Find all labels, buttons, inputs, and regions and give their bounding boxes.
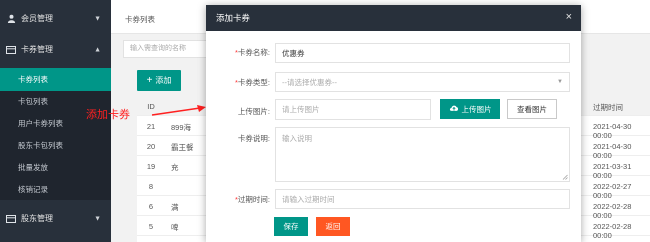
expire-time-input[interactable]: 请输入过期时间 — [275, 189, 570, 209]
chevron-down-icon: ▼ — [557, 79, 563, 85]
field-label-expire: *过期时间: — [210, 194, 270, 205]
resize-handle-icon[interactable] — [562, 174, 568, 180]
description-placeholder: 输入说明 — [282, 134, 312, 143]
upload-button-label: 上传图片 — [461, 104, 492, 114]
chevron-up-icon: ▲ — [94, 46, 101, 53]
annotation-label: 添加卡券 — [86, 109, 130, 121]
sidebar-group-cards[interactable]: 卡券管理 ▲ — [0, 31, 111, 68]
modal-header: 添加卡券 × — [206, 5, 581, 31]
add-button[interactable]: + 添加 — [137, 70, 181, 91]
sidebar-item-card-list[interactable]: 卡券列表 — [0, 68, 111, 91]
cell-id: 21 — [146, 122, 156, 131]
add-card-modal: 添加卡券 × *卡券名称: 优惠券 *卡券类型: --请选择优惠券-- ▼ 上传… — [206, 5, 581, 242]
card-icon — [6, 45, 16, 55]
sidebar-item-batch-issue[interactable]: 批量发放 — [0, 156, 111, 179]
field-label-type: *卡券类型: — [210, 77, 270, 88]
chevron-down-icon: ▼ — [94, 215, 101, 222]
field-label-text: 上传图片: — [237, 107, 270, 116]
field-label-text: 过期时间: — [237, 195, 270, 204]
field-label-text: 卡券说明: — [237, 134, 270, 143]
cloud-upload-icon — [449, 104, 459, 114]
field-label-text: 卡券类型: — [237, 78, 270, 87]
field-label-image: 上传图片: — [210, 106, 270, 117]
cell-name: 899海 — [171, 123, 192, 132]
cell-id: 20 — [146, 142, 156, 151]
user-icon — [6, 14, 16, 24]
card-type-placeholder: --请选择优惠券-- — [282, 77, 337, 87]
cell-name: 充 — [171, 163, 179, 172]
back-button[interactable]: 返回 — [316, 217, 350, 236]
sidebar-item-redeem-records[interactable]: 核销记录 — [0, 178, 111, 201]
chevron-down-icon: ▼ — [94, 15, 101, 22]
card-name-input[interactable]: 优惠券 — [275, 43, 570, 63]
sidebar-item-label: 卡包列表 — [18, 97, 48, 106]
sidebar-item-shareholder-pack-list[interactable]: 股东卡包列表 — [0, 134, 111, 157]
upload-image-button[interactable]: 上传图片 — [440, 99, 500, 119]
annotation-arrow-icon — [151, 105, 206, 116]
image-path-input[interactable]: 请上传图片 — [275, 99, 431, 120]
cell-id: 5 — [148, 222, 154, 231]
add-button-label: 添加 — [155, 76, 172, 85]
modal-title: 添加卡券 — [216, 13, 251, 23]
view-image-button[interactable]: 查看图片 — [507, 99, 557, 119]
sidebar-item-label: 股东卡包列表 — [18, 141, 63, 150]
sidebar-item-label: 批量发放 — [18, 163, 48, 172]
sidebar-item-label: 用户卡券列表 — [18, 119, 63, 128]
plus-icon: + — [146, 74, 153, 86]
cell-name: 满 — [171, 203, 179, 212]
cell-name: 霸王餐 — [171, 143, 194, 152]
close-icon[interactable]: × — [566, 11, 572, 23]
field-label-name: *卡券名称: — [210, 47, 270, 58]
cell-id: 8 — [148, 182, 154, 191]
field-label-desc: 卡券说明: — [210, 133, 270, 144]
sidebar-submenu: 卡券列表 卡包列表 用户卡券列表 股东卡包列表 批量发放 核销记录 — [0, 68, 111, 200]
sidebar-item-label: 核销记录 — [18, 185, 48, 194]
cell-expire: 2022-02-28 00:00 — [593, 222, 632, 240]
tab-card-list[interactable]: 卡券列表 — [125, 14, 155, 25]
sidebar-group-label: 卡券管理 — [21, 45, 53, 54]
sidebar-item-label: 卡券列表 — [18, 75, 48, 84]
field-label-text: 卡券名称: — [237, 48, 270, 57]
cell-name: 啤 — [171, 223, 179, 232]
cell-id: 19 — [146, 162, 156, 171]
header-expire: 过期时间 — [593, 103, 623, 112]
sidebar-group-label: 会员管理 — [21, 14, 53, 23]
description-textarea[interactable]: 输入说明 — [275, 127, 570, 182]
card-type-select[interactable]: --请选择优惠券-- ▼ — [275, 72, 570, 92]
save-button[interactable]: 保存 — [274, 217, 308, 236]
sidebar-group-label: 股东管理 — [21, 214, 53, 223]
sidebar-group-shareholders[interactable]: 股东管理 ▼ — [0, 200, 111, 237]
cell-id: 6 — [148, 202, 154, 211]
card-icon — [6, 214, 16, 224]
